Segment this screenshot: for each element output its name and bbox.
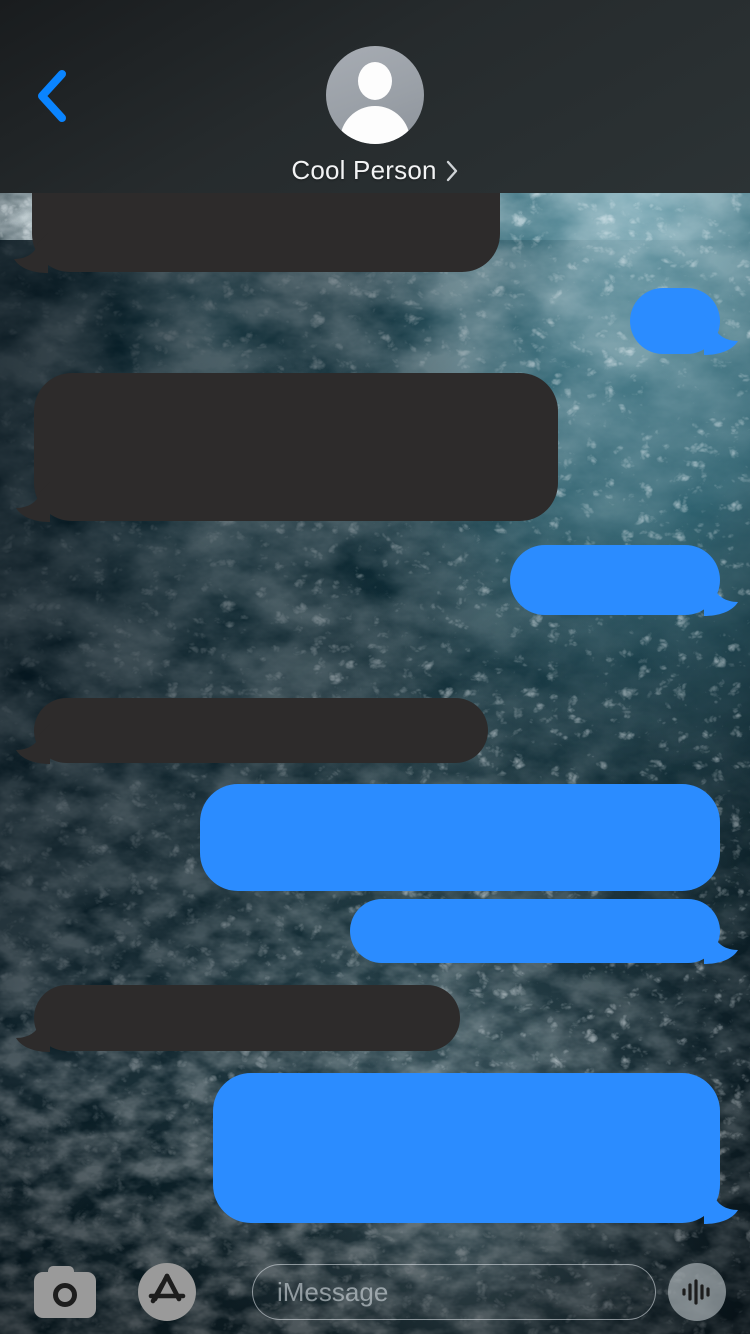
bubble-tail-left [14,233,48,273]
bubble-body [200,784,720,891]
message-bubble-received[interactable] [14,180,500,273]
bubble-body [32,180,500,272]
bubble-body [510,545,720,615]
bubble-tail-right [704,924,738,964]
audio-record-button[interactable] [668,1263,726,1321]
bubble-tail-left [16,724,50,764]
message-bubble-sent[interactable] [350,899,738,964]
contact-name: Cool Person [291,155,437,185]
message-list[interactable] [0,0,750,1334]
message-bubble-sent[interactable] [510,545,738,616]
app-store-button[interactable] [138,1263,196,1321]
bubble-tail-right [704,315,738,355]
chevron-right-icon [445,159,459,183]
app-store-icon [138,1263,196,1321]
message-bubble-received[interactable] [16,985,460,1052]
camera-button[interactable] [28,1266,102,1318]
bubble-tail-right [704,1184,738,1224]
conversation-header: Cool Person [0,0,750,193]
message-input-placeholder: iMessage [277,1276,389,1307]
message-bubble-received[interactable] [16,698,488,764]
bubble-body [34,373,558,521]
bubble-body [213,1073,720,1223]
avatar-body-shape [340,106,410,144]
message-bubble-sent[interactable] [213,1073,738,1224]
bubble-body [34,698,488,763]
avatar [326,46,424,144]
message-bubble-sent[interactable] [200,784,720,891]
audio-waveform-icon [680,1277,714,1307]
contact-header-button[interactable]: Cool Person [0,0,750,193]
bubble-body [34,985,460,1051]
message-input-field[interactable]: iMessage [252,1264,656,1320]
bubble-body [350,899,720,963]
message-bubble-received[interactable] [16,373,558,522]
message-input-toolbar: iMessage [0,1250,750,1334]
bubble-tail-right [704,576,738,616]
messages-screen: Cool Person iMessage [0,0,750,1334]
bubble-tail-left [16,482,50,522]
avatar-head-shape [358,62,392,100]
contact-name-row: Cool Person [291,155,458,186]
message-bubble-sent[interactable] [630,288,738,355]
bubble-tail-left [16,1012,50,1052]
